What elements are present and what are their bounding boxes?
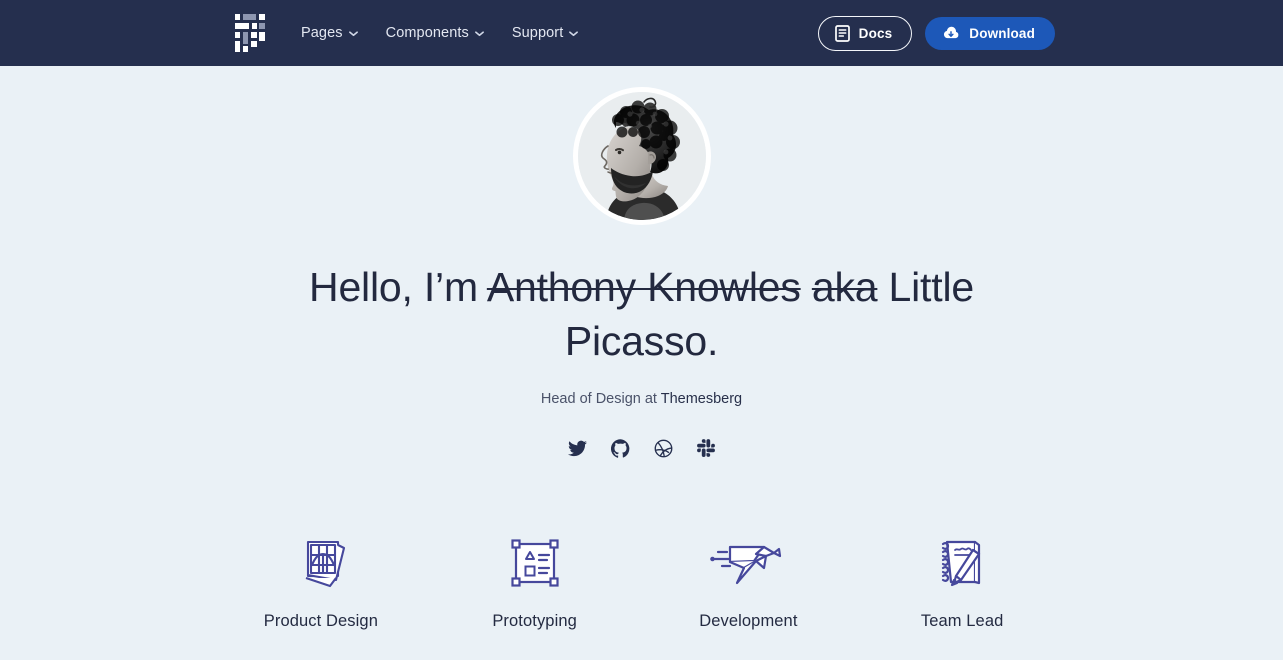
avatar	[572, 87, 711, 225]
chevron-down-icon	[474, 31, 484, 37]
feature-list: Product Design Prototyping Development T…	[0, 532, 1283, 631]
twitter-icon	[567, 440, 587, 457]
feature-label-team-lead: Team Lead	[920, 612, 1004, 631]
hero-section: Hello, I’m Anthony Knowles aka Little Pi…	[0, 66, 1283, 660]
nav-link-pages[interactable]: Pages	[301, 25, 358, 41]
feature-item-product-design[interactable]: Product Design	[214, 532, 428, 631]
feature-item-prototyping[interactable]: Prototyping	[428, 532, 642, 631]
feature-label-prototyping: Prototyping	[492, 612, 577, 631]
pixel-logo-icon	[235, 14, 265, 52]
brand-logo[interactable]	[235, 14, 265, 52]
dribbble-icon	[654, 439, 673, 458]
hero-subtitle: Head of Design at Themesberg	[541, 391, 742, 407]
artboard-icon	[508, 532, 562, 594]
social-link-dribbble[interactable]	[652, 437, 674, 459]
social-link-github[interactable]	[609, 437, 631, 459]
nav-item-components: Components	[386, 25, 484, 41]
hero-subtitle-prefix: Head of Design at	[540, 391, 661, 408]
headline-greeting: Hello, I’m	[309, 264, 487, 310]
social-link-twitter[interactable]	[566, 437, 588, 459]
headline-struck-aka: aka	[811, 264, 878, 310]
themesberg-link[interactable]: Themesberg	[661, 391, 742, 407]
feature-label-product-design: Product Design	[263, 612, 378, 631]
nav-link-support[interactable]: Support	[512, 25, 579, 41]
nav-item-support: Support	[512, 25, 579, 41]
download-button-label: Download	[969, 25, 1035, 41]
chevron-down-icon	[569, 31, 579, 37]
primary-navigation: Pages Components Support	[301, 25, 579, 41]
github-icon	[610, 439, 630, 458]
nav-link-components-label: Components	[385, 25, 469, 41]
notepad-pencil-icon	[934, 532, 990, 594]
book-icon	[834, 24, 850, 42]
feature-item-development[interactable]: Development	[642, 532, 856, 631]
photo-frames-icon	[291, 532, 351, 594]
top-navbar: Pages Components Support Docs Download	[0, 0, 1283, 66]
feature-item-team-lead[interactable]: Team Lead	[855, 532, 1069, 631]
feature-label-development: Development	[699, 612, 798, 631]
headline-struck-name: Anthony Knowles	[486, 264, 801, 310]
nav-item-pages: Pages	[301, 25, 358, 41]
nav-link-list: Pages Components Support	[301, 25, 579, 41]
slack-icon	[697, 439, 715, 458]
social-links	[566, 437, 717, 459]
nav-link-components[interactable]: Components	[386, 25, 484, 41]
page-title: Hello, I’m Anthony Knowles aka Little Pi…	[292, 261, 992, 368]
paper-bird-icon	[710, 532, 786, 594]
nav-link-support-label: Support	[511, 25, 564, 41]
cloud-download-icon	[942, 26, 960, 41]
navbar-actions: Docs Download	[817, 15, 1055, 51]
nav-link-pages-label: Pages	[301, 25, 343, 41]
chevron-down-icon	[348, 31, 358, 37]
download-button[interactable]: Download	[925, 16, 1055, 50]
docs-button[interactable]: Docs	[817, 15, 913, 51]
social-link-slack[interactable]	[695, 437, 717, 459]
docs-button-label: Docs	[858, 25, 893, 41]
navbar-inner: Pages Components Support Docs Download	[0, 0, 1283, 66]
